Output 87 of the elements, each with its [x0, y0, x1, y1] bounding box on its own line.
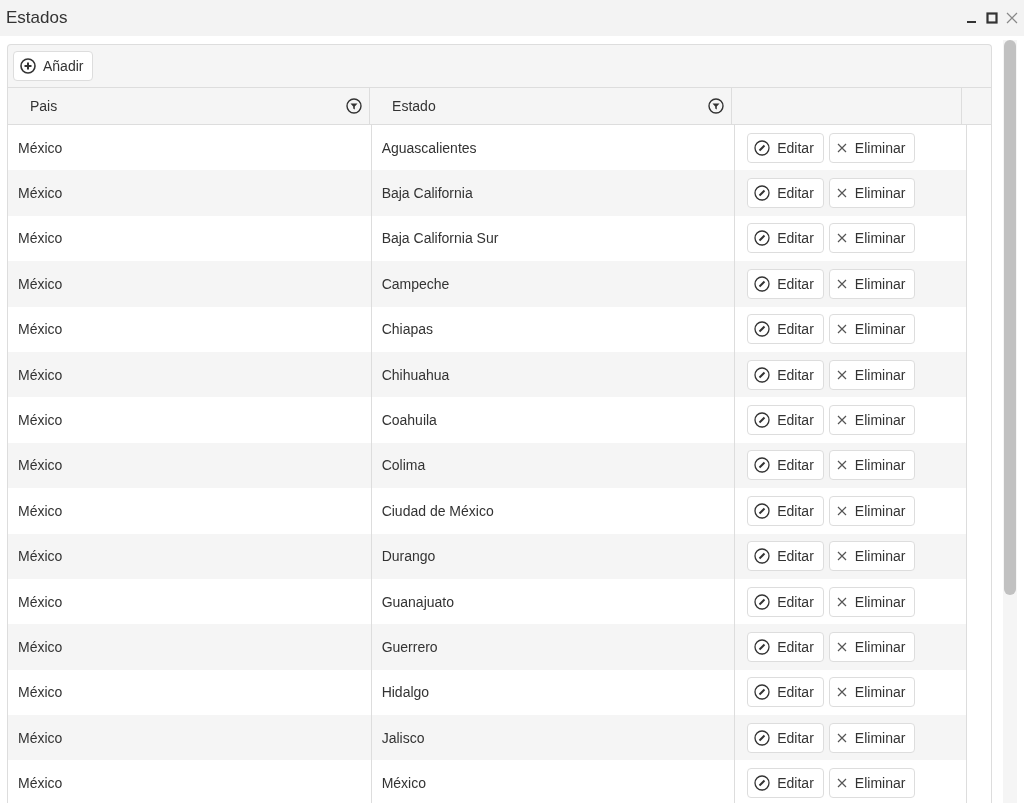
pencil-circle-icon: [754, 139, 771, 156]
delete-button[interactable]: Eliminar: [828, 314, 916, 345]
filter-icon[interactable]: [346, 98, 363, 114]
pencil-circle-icon: [754, 457, 771, 474]
delete-button[interactable]: Eliminar: [828, 223, 916, 254]
close-icon[interactable]: [1006, 12, 1018, 24]
close-icon: [835, 277, 848, 290]
table-cell: México: [8, 488, 372, 534]
edit-button[interactable]: Editar: [747, 677, 824, 708]
window-title: Estados: [6, 8, 68, 28]
close-icon: [835, 414, 848, 427]
close-icon: [835, 459, 848, 472]
delete-button[interactable]: Eliminar: [828, 541, 916, 572]
delete-button[interactable]: Eliminar: [828, 268, 916, 299]
maximize-icon[interactable]: [986, 12, 998, 24]
table-cell: México: [371, 760, 736, 803]
pencil-circle-icon: [754, 684, 771, 701]
edit-button[interactable]: Editar: [747, 223, 824, 254]
close-icon: [835, 595, 848, 608]
close-icon: [835, 550, 848, 563]
close-icon: [835, 187, 848, 200]
edit-button[interactable]: Editar: [747, 450, 824, 481]
table-cell: México: [8, 170, 372, 216]
close-icon: [835, 731, 848, 744]
column-header[interactable]: Pais: [8, 88, 371, 124]
delete-button[interactable]: Eliminar: [828, 677, 916, 708]
close-icon: [835, 686, 848, 699]
close-icon: [835, 504, 848, 517]
scrollbar-thumb[interactable]: [1004, 40, 1016, 595]
pencil-circle-icon: [754, 593, 771, 610]
pencil-circle-icon: [754, 502, 771, 519]
edit-button[interactable]: Editar: [747, 632, 824, 662]
edit-button[interactable]: Editar: [747, 541, 824, 572]
delete-button[interactable]: Eliminar: [828, 632, 916, 662]
table-cell: Coahuila: [371, 397, 736, 443]
pencil-circle-icon: [754, 230, 771, 247]
edit-button[interactable]: Editar: [747, 495, 824, 526]
pencil-circle-icon: [754, 548, 771, 565]
delete-button[interactable]: Eliminar: [828, 450, 916, 481]
filter-icon[interactable]: [708, 98, 725, 114]
pencil-circle-icon: [754, 366, 771, 383]
table-cell: Ciudad de México: [371, 488, 736, 534]
delete-button[interactable]: Eliminar: [828, 722, 916, 753]
table-cell: México: [8, 624, 372, 670]
edit-button[interactable]: Editar: [747, 722, 824, 753]
pencil-circle-icon: [754, 639, 771, 655]
edit-button[interactable]: Editar: [747, 132, 824, 163]
scrollbar[interactable]: [1003, 40, 1017, 803]
edit-button[interactable]: Editar: [747, 768, 824, 799]
table-cell: México: [8, 306, 372, 352]
table-cell: México: [8, 397, 372, 443]
edit-button[interactable]: Editar: [747, 314, 824, 345]
table-cell: Guerrero: [371, 624, 736, 670]
pencil-circle-icon: [754, 185, 771, 202]
edit-button[interactable]: Editar: [747, 586, 824, 617]
table-cell: México: [8, 760, 372, 803]
close-icon: [835, 368, 848, 381]
table-cell: Campeche: [371, 261, 736, 307]
table-cell: México: [8, 533, 372, 579]
close-icon: [835, 777, 848, 790]
pencil-circle-icon: [754, 321, 771, 338]
edit-button[interactable]: Editar: [747, 359, 824, 390]
table-cell: Chiapas: [371, 306, 736, 352]
delete-button[interactable]: Eliminar: [828, 405, 916, 436]
close-icon: [835, 323, 848, 336]
pencil-circle-icon: [754, 775, 771, 792]
delete-button[interactable]: Eliminar: [828, 768, 916, 799]
edit-button[interactable]: Editar: [747, 405, 824, 436]
edit-button[interactable]: Editar: [747, 268, 824, 299]
pencil-circle-icon: [754, 412, 771, 429]
close-icon: [835, 141, 848, 154]
table-cell: Durango: [371, 533, 736, 579]
delete-button[interactable]: Eliminar: [828, 359, 916, 390]
edit-button[interactable]: Editar: [747, 178, 824, 209]
pencil-circle-icon: [754, 275, 771, 292]
add-button[interactable]: Añadir: [13, 51, 94, 81]
delete-button[interactable]: Eliminar: [828, 132, 916, 163]
table-cell: México: [8, 261, 372, 307]
delete-button[interactable]: Eliminar: [828, 178, 916, 209]
close-icon: [835, 232, 848, 245]
table-cell: Baja California: [371, 170, 736, 216]
pencil-circle-icon: [754, 729, 771, 746]
delete-button[interactable]: Eliminar: [828, 495, 916, 526]
close-icon: [835, 641, 848, 653]
column-header[interactable]: Estado: [370, 88, 733, 124]
plus-circle-icon: [20, 58, 36, 74]
delete-button[interactable]: Eliminar: [828, 586, 916, 617]
